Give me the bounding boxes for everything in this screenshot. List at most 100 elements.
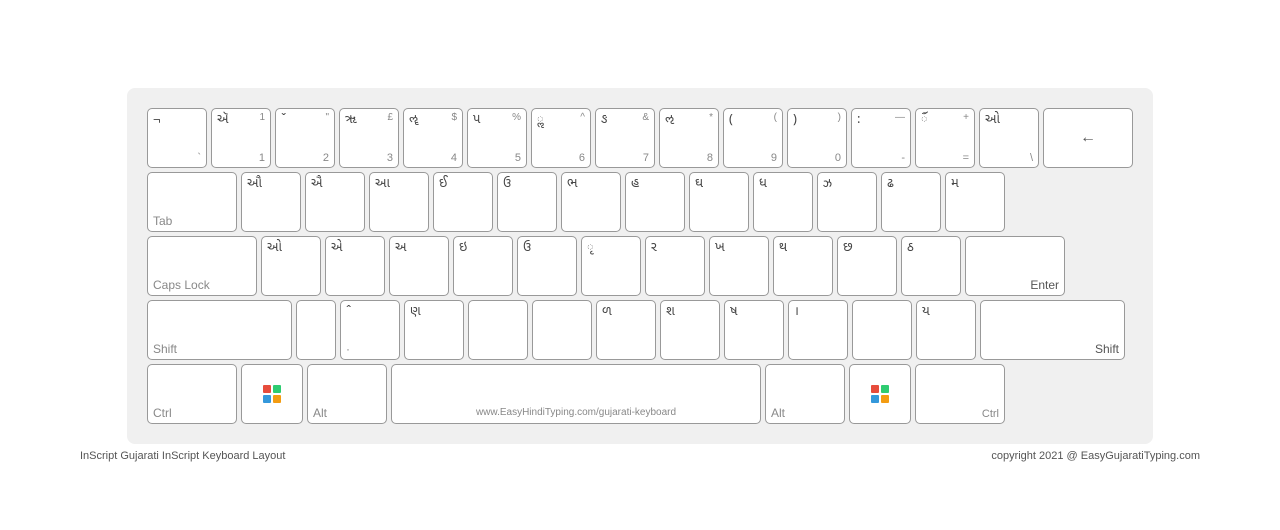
key-enter[interactable]: Enter <box>965 236 1065 296</box>
key-f[interactable]: ઇ <box>453 236 513 296</box>
key-space[interactable]: www.EasyHindiTyping.com/gujarati-keyboar… <box>391 364 761 424</box>
key-8-bottom-right: 8 <box>707 152 713 164</box>
key-2-top-right: " <box>325 112 329 123</box>
key-tilde-top-left: ¬ <box>153 112 161 130</box>
key-shift_l[interactable]: Shift <box>147 300 292 360</box>
key-row-row2: Tabઔઐઆઈ ઉભ હઘધઝઢમ <box>147 172 1133 232</box>
key-shift_r[interactable]: Shift <box>980 300 1125 360</box>
key-v[interactable] <box>532 300 592 360</box>
key-5-top-left: પ <box>473 112 480 129</box>
key-u[interactable]: હ <box>625 172 685 232</box>
key-f-top-left: ઇ <box>459 240 467 257</box>
key-tilde[interactable]: ¬` <box>147 108 207 168</box>
key-d[interactable]: અ <box>389 236 449 296</box>
keyboard-container: ¬`ઍ11ˇ"2ૠ£3ૡ$4પ%5ૢ^6ઙ&7ઌ*8((9))0:—-ૼ+=ઓ\… <box>127 88 1153 444</box>
key-period[interactable] <box>852 300 912 360</box>
key-6-top-left: ૢ <box>537 112 544 129</box>
key-p[interactable]: ઝ <box>817 172 877 232</box>
key-b[interactable]: ળ <box>596 300 656 360</box>
key-y-top-left: ભ <box>567 176 578 193</box>
key-3[interactable]: ૠ£3 <box>339 108 399 168</box>
key-6[interactable]: ૢ^6 <box>531 108 591 168</box>
key-5[interactable]: પ%5 <box>467 108 527 168</box>
key-h[interactable]: ૃ <box>581 236 641 296</box>
key-g-top-left: ઉ <box>523 240 531 257</box>
key-6-top-right: ^ <box>580 112 585 123</box>
key-x[interactable]: ણ <box>404 300 464 360</box>
key-z_blank[interactable] <box>296 300 336 360</box>
key-ctrl_l-label: Ctrl <box>153 406 172 420</box>
key-4-top-right: $ <box>451 112 457 123</box>
key-ctrl_r-bottom-right: Ctrl <box>982 408 999 420</box>
key-enter-bottom-right: Enter <box>1030 278 1059 292</box>
key-m-top-left: ષ <box>730 304 738 321</box>
key-g[interactable]: ઉ <box>517 236 577 296</box>
key-s[interactable]: એ <box>325 236 385 296</box>
key-4[interactable]: ૡ$4 <box>403 108 463 168</box>
key-equals-top-right: + <box>963 112 969 123</box>
key-2[interactable]: ˇ"2 <box>275 108 335 168</box>
key-7-top-right: & <box>642 112 649 123</box>
key-m[interactable]: ષ <box>724 300 784 360</box>
keyboard-title: InScript Gujarati InScript Keyboard Layo… <box>80 450 285 462</box>
key-alt_l-label: Alt <box>313 406 327 420</box>
key-shift_l-label: Shift <box>153 342 177 356</box>
key-comma[interactable]: । <box>788 300 848 360</box>
key-r[interactable]: ઈ <box>433 172 493 232</box>
key-semi[interactable]: છ <box>837 236 897 296</box>
key-r-top-left: ઈ <box>439 176 447 193</box>
key-win_r[interactable] <box>849 364 911 424</box>
key-t[interactable]: ઉ <box>497 172 557 232</box>
key-lbracket[interactable]: ઢ <box>881 172 941 232</box>
key-ctrl_l[interactable]: Ctrl <box>147 364 237 424</box>
key-j-top-left: ર <box>651 240 657 257</box>
key-3-top-right: £ <box>387 112 393 123</box>
key-quote[interactable]: ઠ <box>901 236 961 296</box>
key-alt_r[interactable]: Alt <box>765 364 845 424</box>
key-2-top-left: ˇ <box>281 112 286 129</box>
key-comma-top-left: । <box>794 304 799 321</box>
key-c[interactable] <box>468 300 528 360</box>
key-backspace-bottom-right: ← <box>1080 129 1096 147</box>
key-row-row4: Shiftˆ·ણળશષ।યShift <box>147 300 1133 360</box>
key-9[interactable]: ((9 <box>723 108 783 168</box>
key-1-bottom-right: 1 <box>259 152 265 164</box>
key-0-top-right: ) <box>838 112 841 123</box>
key-row-row5: CtrlAltwww.EasyHindiTyping.com/gujarati-… <box>147 364 1133 424</box>
key-backspace[interactable]: ← <box>1043 108 1133 168</box>
key-7[interactable]: ઙ&7 <box>595 108 655 168</box>
key-backslash[interactable]: ઓ\ <box>979 108 1039 168</box>
key-tab[interactable]: Tab <box>147 172 237 232</box>
key-i[interactable]: ઘ <box>689 172 749 232</box>
key-9-bottom-right: 9 <box>771 152 777 164</box>
key-minus[interactable]: :—- <box>851 108 911 168</box>
key-l-top-left: થ <box>779 240 787 257</box>
key-capslock[interactable]: Caps Lock <box>147 236 257 296</box>
windows-logo-icon <box>263 385 281 403</box>
key-ctrl_r[interactable]: Ctrl <box>915 364 1005 424</box>
key-o[interactable]: ધ <box>753 172 813 232</box>
key-win_l[interactable] <box>241 364 303 424</box>
key-q[interactable]: ઔ <box>241 172 301 232</box>
key-quote-top-left: ઠ <box>907 240 914 257</box>
key-n[interactable]: શ <box>660 300 720 360</box>
key-row-row3: Caps Lockઓએઅઇ ઉૃ ર ખથ છઠ Enter <box>147 236 1133 296</box>
key-w[interactable]: ઐ <box>305 172 365 232</box>
key-n-top-left: શ <box>666 304 675 321</box>
key-slash[interactable]: ય <box>916 300 976 360</box>
key-8[interactable]: ઌ*8 <box>659 108 719 168</box>
key-j[interactable]: ર <box>645 236 705 296</box>
key-equals-top-left: ૼ <box>921 112 928 129</box>
key-k[interactable]: ખ <box>709 236 769 296</box>
key-equals[interactable]: ૼ+= <box>915 108 975 168</box>
key-e[interactable]: આ <box>369 172 429 232</box>
key-y[interactable]: ભ <box>561 172 621 232</box>
key-alt_l[interactable]: Alt <box>307 364 387 424</box>
key-l[interactable]: થ <box>773 236 833 296</box>
key-0[interactable]: ))0 <box>787 108 847 168</box>
key-1[interactable]: ઍ11 <box>211 108 271 168</box>
key-rbracket[interactable]: મ <box>945 172 1005 232</box>
key-z[interactable]: ˆ· <box>340 300 400 360</box>
key-a[interactable]: ઓ <box>261 236 321 296</box>
key-7-top-left: ઙ <box>601 112 607 129</box>
